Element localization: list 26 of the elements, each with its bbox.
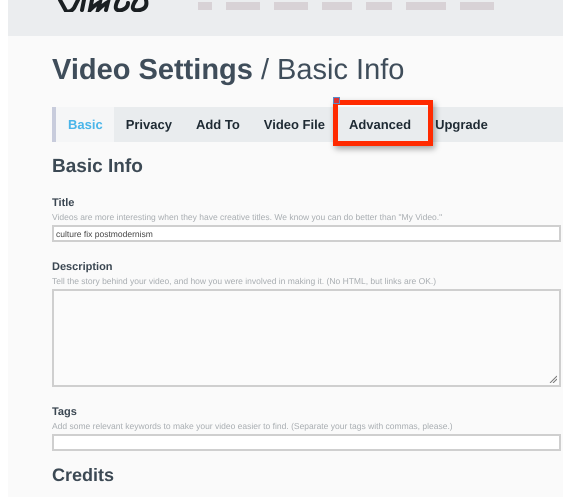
nav-item[interactable] [406,2,446,10]
input-field[interactable]: culture fix postmodernism [52,225,561,242]
resize-grip-icon [549,375,557,383]
field-label: Description [52,261,114,273]
nav-item[interactable] [274,2,308,10]
field-hint: Add some relevant keywords to make your video easier to find. (Separate your tags with commas, please.) [52,421,454,431]
nav-item[interactable] [226,2,260,10]
field-label: Title [52,197,76,209]
field-label: Tags [52,406,78,418]
tab[interactable]: Video File [252,107,337,142]
nav-item[interactable] [198,2,212,10]
nav-item[interactable] [322,2,352,10]
tab[interactable]: Upgrade [423,107,500,142]
tab[interactable]: Advanced [336,107,424,142]
resize-handle[interactable] [332,97,340,104]
section-heading: Basic Info [52,156,144,178]
field-hint: Tell the story behind your video, and how you were involved in making it. (No HTML, but links are OK.) [52,276,438,286]
nav-item[interactable] [460,2,494,10]
field-hint: Videos are more interesting when they have creative titles. We know you can do better than "My Video." [52,212,444,222]
page-title: Video Settings / Basic Info [52,54,406,87]
input-field[interactable] [52,434,561,451]
tab[interactable]: Privacy [114,107,184,142]
nav-item[interactable] [366,2,392,10]
section-heading: Credits [52,465,116,486]
description-field[interactable] [52,289,561,387]
tab[interactable]: Add To [184,107,252,142]
